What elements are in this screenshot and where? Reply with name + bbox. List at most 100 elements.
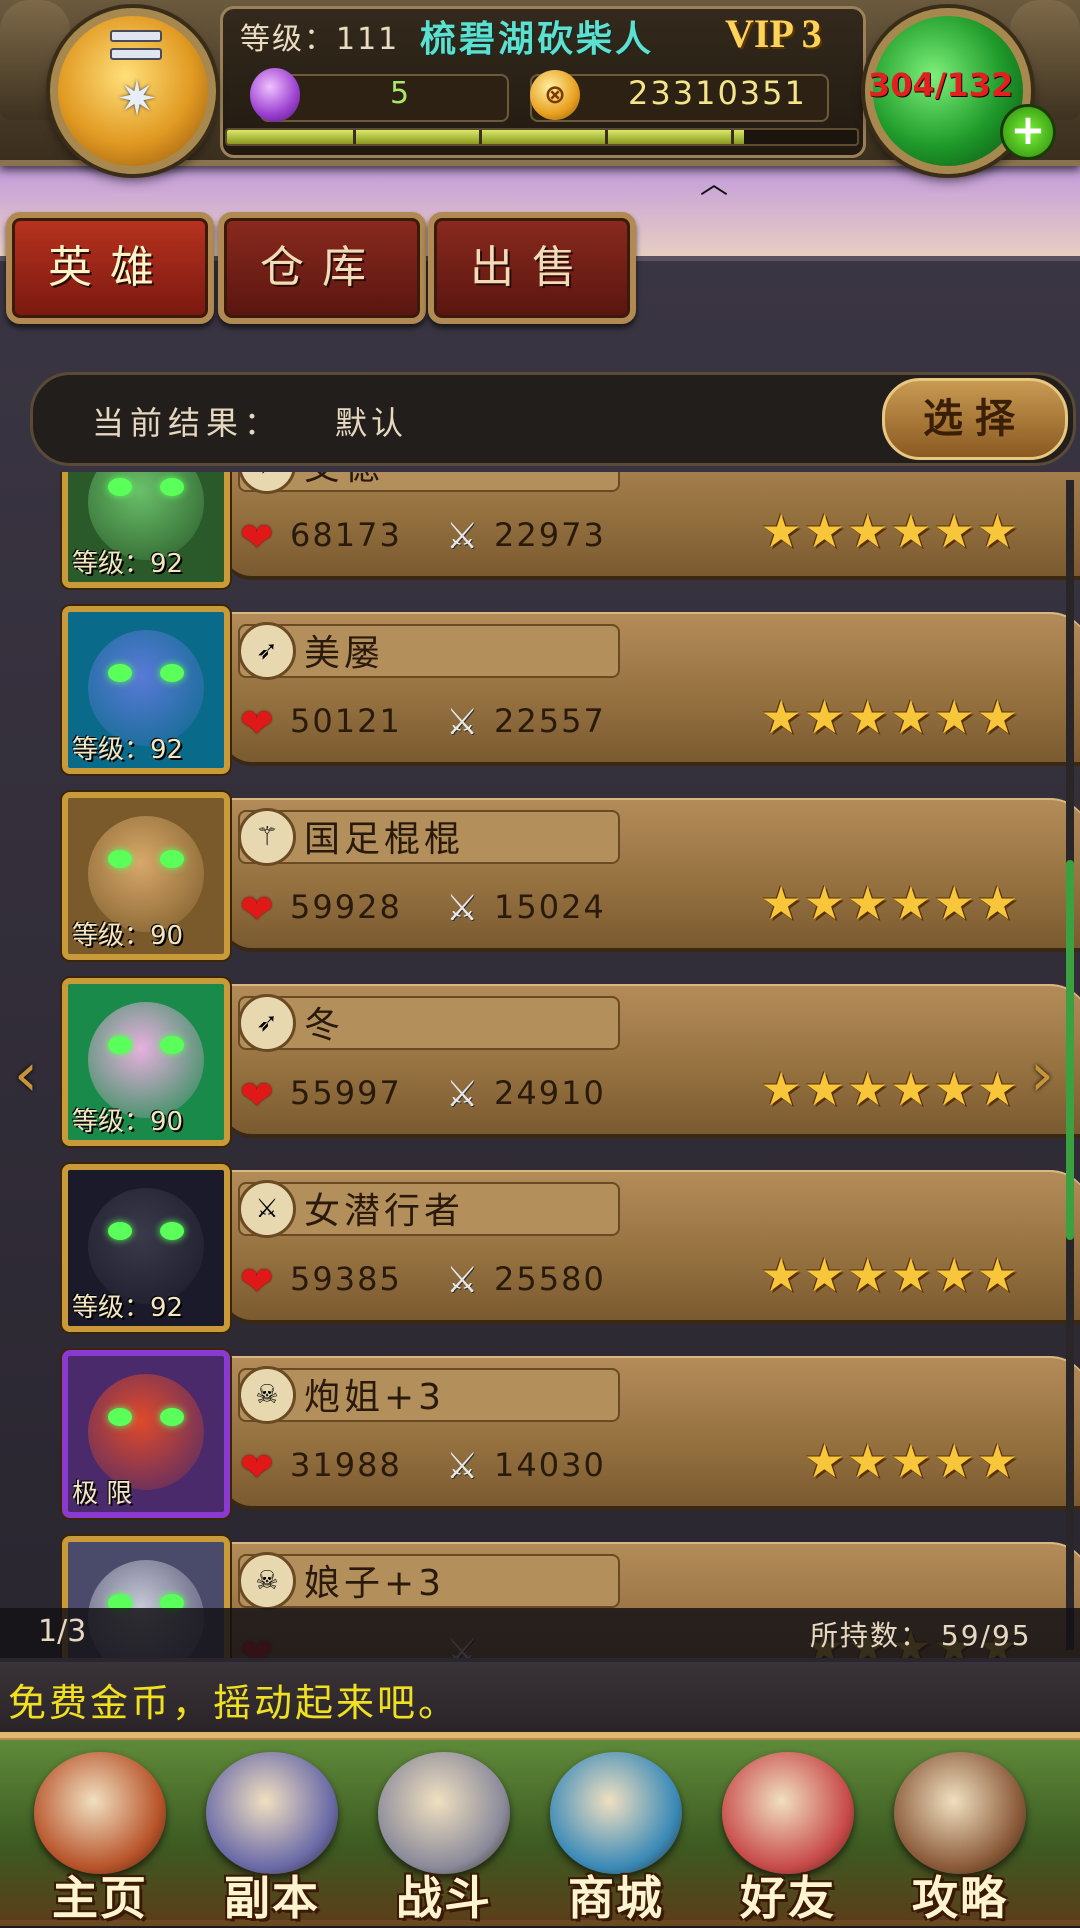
hero-attack: 24910 xyxy=(494,1074,606,1112)
tab-sell[interactable]: 出售 xyxy=(428,212,636,324)
gem-count: 5 xyxy=(390,76,410,111)
hero-attack: 22973 xyxy=(494,516,606,554)
guide-book-icon xyxy=(894,1752,1026,1874)
star-icon: ★ xyxy=(933,1248,975,1302)
hero-attack: 14030 xyxy=(494,1446,606,1484)
tab-warehouse[interactable]: 仓库 xyxy=(218,212,426,324)
nav-item[interactable]: 主页 xyxy=(20,1752,180,1925)
hero-card[interactable]: 极 限 ☠ 炮姐+3 ❤ 31988 ⚔ 14030 ★ ★ ★ ★ ★ xyxy=(62,1350,1080,1520)
star-icon: ★ xyxy=(847,876,889,930)
star-icon: ★ xyxy=(760,876,802,930)
hero-card[interactable]: 等级：92 ➶ 美屡 ❤ 50121 ⚔ 22557 ★ ★ ★ ★ ★ ★ xyxy=(62,606,1080,776)
hero-portrait[interactable]: 等级：92 xyxy=(62,606,230,774)
hero-portrait[interactable]: 等级：92 xyxy=(62,1164,230,1332)
crossed-swords-icon: ⚔ xyxy=(446,1074,479,1115)
hero-star-rating: ★ ★ ★ ★ ★ ★ xyxy=(761,1064,1019,1114)
nav-label: 战斗 xyxy=(396,1871,492,1925)
heart-icon: ❤ xyxy=(240,1259,274,1305)
star-icon: ★ xyxy=(847,1434,889,1488)
hero-level: 等级：92 xyxy=(72,735,184,765)
hero-name: 炮姐+3 xyxy=(304,1377,446,1418)
hero-eye xyxy=(160,1036,184,1054)
star-icon: ★ xyxy=(976,504,1018,558)
star-icon: ★ xyxy=(847,690,889,744)
player-name: 梳碧湖砍柴人 xyxy=(420,19,655,60)
star-icon: ★ xyxy=(890,1062,932,1116)
select-filter-button[interactable]: 选择 xyxy=(882,378,1068,460)
star-icon: ★ xyxy=(803,1062,845,1116)
hero-hp: 31988 xyxy=(290,1446,402,1484)
hero-attack: 15024 xyxy=(494,888,606,926)
hero-star-rating: ★★★★★ xyxy=(804,1436,1018,1486)
vip-badge[interactable]: VIP 3 xyxy=(725,10,822,57)
coin-count: 23310351 xyxy=(628,74,807,112)
nav-label: 主页 xyxy=(52,1871,148,1925)
heart-icon: ❤ xyxy=(240,701,274,747)
hero-eye xyxy=(108,850,132,868)
hero-portrait[interactable]: 极 限 xyxy=(62,1350,230,1518)
star-icon: ★ xyxy=(803,690,845,744)
heart-icon: ❤ xyxy=(240,887,274,933)
star-icon: ★ xyxy=(890,876,932,930)
hero-eye xyxy=(160,1222,184,1240)
page-indicator: 1/3 xyxy=(38,1614,87,1649)
hero-name: 女潜行者 xyxy=(304,1191,465,1232)
star-icon: ★ xyxy=(760,1062,802,1116)
star-icon: ★ xyxy=(976,1062,1018,1116)
energy-count: 304/132 xyxy=(868,66,1014,104)
hero-portrait[interactable]: 等级：90 xyxy=(62,792,230,960)
star-icon: ★ xyxy=(933,690,975,744)
hero-level: 等级：92 xyxy=(72,1293,184,1323)
star-icon: ★ xyxy=(890,1248,932,1302)
hero-eye xyxy=(108,1222,132,1240)
player-level: 等级：111 xyxy=(240,22,400,57)
hero-hp: 55997 xyxy=(290,1074,402,1112)
scrollbar-thumb[interactable] xyxy=(1066,860,1074,1240)
nav-item[interactable]: 攻略 xyxy=(880,1752,1040,1925)
hero-eye xyxy=(108,1036,132,1054)
hero-portrait[interactable]: 等级：90 xyxy=(62,978,230,1146)
add-energy-button[interactable]: + xyxy=(1000,104,1056,160)
menu-icon[interactable] xyxy=(110,30,162,70)
nav-label: 好友 xyxy=(740,1871,836,1925)
star-icon: ★ xyxy=(803,1248,845,1302)
star-icon: ★ xyxy=(803,876,845,930)
crossed-swords-icon: ⚔ xyxy=(446,516,479,557)
nav-item[interactable]: 商城 xyxy=(536,1752,696,1925)
coin-icon: ⊗ xyxy=(530,70,580,120)
tab-heroes[interactable]: 英雄 xyxy=(6,212,214,324)
shop-monster-icon xyxy=(550,1752,682,1874)
hero-eye xyxy=(160,478,184,496)
hero-portrait[interactable]: 等级：92 xyxy=(62,472,230,588)
crossed-swords-icon: ⚔ xyxy=(446,1446,479,1487)
heart-icon: ❤ xyxy=(240,1445,274,1491)
house-icon xyxy=(34,1752,166,1874)
star-icon: ★ xyxy=(933,504,975,558)
nav-item[interactable]: 副本 xyxy=(192,1752,352,1925)
hero-list[interactable]: 等级：92 ➶ 艾德 ❤ 68173 ⚔ 22973 ★★★★★★ 等级：92 … xyxy=(0,472,1080,1658)
star-icon: ★ xyxy=(933,1434,975,1488)
xp-bar-fill xyxy=(227,130,744,144)
hero-name: 艾德 xyxy=(304,472,384,490)
prev-page-arrow-icon[interactable]: ‹ xyxy=(14,1040,38,1110)
hero-eye xyxy=(108,1408,132,1426)
hero-eye xyxy=(108,664,132,682)
star-icon: ★ xyxy=(976,1434,1018,1488)
ticker-message: 免费金币，摇动起来吧。 xyxy=(8,1681,460,1725)
hero-hp: 50121 xyxy=(290,702,402,740)
medal-icon: ✷ xyxy=(116,71,158,127)
nav-item[interactable]: 好友 xyxy=(708,1752,868,1925)
nav-item[interactable]: 战斗 xyxy=(364,1752,524,1925)
hero-card[interactable]: 等级：92 ⚔ 女潜行者 ❤ 59385 ⚔ 25580 ★ ★ ★ ★ ★ ★ xyxy=(62,1164,1080,1334)
hero-star-rating: ★ ★ ★ ★ ★ ★ xyxy=(761,878,1019,928)
hero-hp: 68173 xyxy=(290,516,402,554)
hero-card[interactable]: 等级：90 ⚚ 国足棍棍 ❤ 59928 ⚔ 15024 ★ ★ ★ ★ ★ ★ xyxy=(62,792,1080,962)
hero-level: 等级：90 xyxy=(72,921,184,951)
next-page-arrow-icon[interactable]: › xyxy=(1030,1040,1054,1110)
hero-level: 等级：92 xyxy=(72,549,184,579)
hero-eye xyxy=(160,664,184,682)
filter-label: 当前结果： xyxy=(92,404,283,442)
hero-card[interactable]: 等级：90 ➶ 冬 ❤ 55997 ⚔ 24910 ★ ★ ★ ★ ★ ★ xyxy=(62,978,1080,1148)
nav-label: 商城 xyxy=(568,1871,664,1925)
hero-card[interactable]: 等级：92 ➶ 艾德 ❤ 68173 ⚔ 22973 ★★★★★★ xyxy=(62,472,1080,590)
